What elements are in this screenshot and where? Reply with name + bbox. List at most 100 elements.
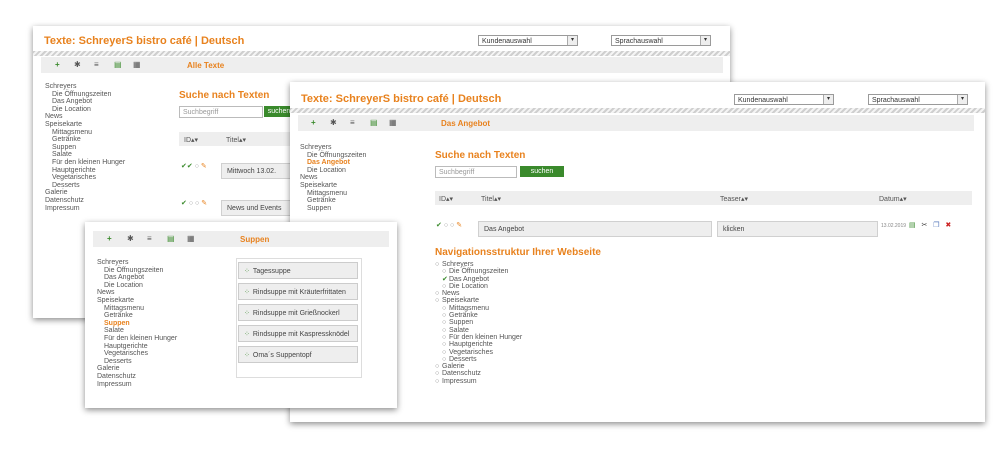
customer-select[interactable]: Kundenauswahl ▾ (478, 35, 578, 46)
drag-handle-icon[interactable]: ⁘ (244, 310, 250, 317)
share-icon[interactable]: ✂ (921, 222, 927, 229)
sidebar-item[interactable]: Galerie (97, 365, 177, 373)
list-item[interactable]: ⁘ Tagessuppe (238, 262, 358, 279)
sidebar-item[interactable]: News (300, 174, 366, 182)
drag-handle-icon[interactable]: ⁘ (244, 289, 250, 296)
sidebar-item[interactable]: Speisekarte (97, 297, 177, 305)
sidebar-item[interactable]: Salate (45, 151, 125, 159)
customer-select[interactable]: Kundenauswahl ▾ (734, 94, 834, 105)
edit-icon[interactable]: ✎ (456, 222, 462, 229)
list-icon[interactable]: ≡ (147, 234, 152, 244)
list-icon[interactable]: ≡ (94, 60, 99, 70)
sidebar-item[interactable]: Speisekarte (45, 121, 125, 129)
tree-item[interactable]: ○ Salate (435, 327, 522, 334)
sidebar-item[interactable]: Schreyers (300, 144, 366, 152)
tree-item[interactable]: ○ Die Öffnungszeiten (435, 268, 522, 275)
tree-item[interactable]: ○ Für den kleinen Hunger (435, 334, 522, 341)
column-id[interactable]: ID▴▾ (439, 195, 453, 203)
tree-item[interactable]: ○ Desserts (435, 356, 522, 363)
column-title[interactable]: Titel▴▾ (481, 195, 501, 203)
sidebar-item[interactable]: Vegetarisches (97, 350, 177, 358)
plus-icon[interactable]: + (107, 234, 112, 244)
tree-item[interactable]: ✔Das Angebot (435, 276, 522, 283)
tree-item[interactable]: ○ Hauptgerichte (435, 341, 522, 348)
sidebar-item[interactable]: Impressum (45, 205, 125, 213)
sidebar-item[interactable]: Suppen (97, 320, 177, 328)
column-teaser[interactable]: Teaser▴▾ (720, 195, 748, 203)
language-select[interactable]: Sprachauswahl ▾ (611, 35, 711, 46)
sidebar-item[interactable]: Suppen (45, 144, 125, 152)
search-button[interactable]: suchen (520, 166, 564, 177)
sidebar-item[interactable]: Speisekarte (300, 182, 366, 190)
sidebar-item[interactable]: Mittagsmenu (300, 190, 366, 198)
table-row[interactable]: News und Events (221, 200, 293, 216)
tree-item[interactable]: ○ Impressum (435, 378, 522, 385)
plus-icon[interactable]: + (55, 60, 60, 70)
document-icon[interactable]: ▤ (114, 60, 122, 70)
row-title[interactable]: Das Angebot (478, 221, 712, 237)
gear-icon[interactable]: ✱ (74, 60, 81, 70)
sidebar-item[interactable]: Das Angebot (97, 274, 177, 282)
sidebar-item[interactable]: News (45, 113, 125, 121)
tree-item[interactable]: ○ Mittagsmenu (435, 305, 522, 312)
sidebar-item[interactable]: Für den kleinen Hunger (45, 159, 125, 167)
sidebar-item[interactable]: Die Location (45, 106, 125, 114)
edit-icon[interactable]: ✎ (201, 163, 207, 170)
document-icon[interactable]: ▤ (167, 234, 175, 244)
list-item[interactable]: ⁘ Rindsuppe mit Grießnockerl (238, 304, 358, 321)
document-icon[interactable]: ▤ (370, 118, 378, 128)
list-item[interactable]: ⁘ Rindsuppe mit Kaspressknödel (238, 325, 358, 342)
sidebar-item[interactable]: Datenschutz (97, 373, 177, 381)
grid-icon[interactable]: ▦ (133, 60, 141, 70)
sidebar-item[interactable]: Desserts (97, 358, 177, 366)
row-teaser[interactable]: klicken (717, 221, 878, 237)
list-icon[interactable]: ≡ (350, 118, 355, 128)
sidebar-item[interactable]: News (97, 289, 177, 297)
drag-handle-icon[interactable]: ⁘ (244, 268, 250, 275)
search-input[interactable]: Suchbegriff (179, 106, 263, 118)
check-icon[interactable]: ✔✔ (181, 163, 193, 170)
circle-icon[interactable]: ○ ○ (444, 222, 454, 229)
tree-item[interactable]: ○ Suppen (435, 319, 522, 326)
sidebar-item[interactable]: Desserts (45, 182, 125, 190)
sidebar-item[interactable]: Getränke (45, 136, 125, 144)
plus-icon[interactable]: + (311, 118, 316, 128)
sidebar-item[interactable]: Hauptgerichte (97, 343, 177, 351)
tree-item[interactable]: ○ Datenschutz (435, 370, 522, 377)
sidebar-item[interactable]: Die Location (300, 167, 366, 175)
sidebar-item[interactable]: Die Öffnungszeiten (97, 267, 177, 275)
copy-icon[interactable]: ❐ (933, 222, 939, 229)
search-input[interactable]: Suchbegriff (435, 166, 517, 178)
document-icon[interactable]: ▤ (909, 222, 916, 229)
sidebar-item[interactable]: Die Location (97, 282, 177, 290)
sidebar-item[interactable]: Schreyers (45, 83, 125, 91)
column-title[interactable]: Titel▴▾ (226, 136, 246, 144)
sidebar-item[interactable]: Hauptgerichte (45, 167, 125, 175)
sidebar-item[interactable]: Galerie (45, 189, 125, 197)
sidebar-item[interactable]: Die Öffnungszeiten (45, 91, 125, 99)
drag-handle-icon[interactable]: ⁘ (244, 352, 250, 359)
sidebar-item[interactable]: Getränke (300, 197, 366, 205)
sidebar-item[interactable]: Mittagsmenu (45, 129, 125, 137)
sidebar-item[interactable]: Das Angebot (45, 98, 125, 106)
gear-icon[interactable]: ✱ (127, 234, 134, 244)
circle-icon[interactable]: ○ (195, 163, 199, 170)
sidebar-item[interactable]: Impressum (97, 381, 177, 389)
drag-handle-icon[interactable]: ⁘ (244, 331, 250, 338)
column-date[interactable]: Datum▴▾ (879, 195, 907, 203)
sidebar-item[interactable]: Die Öffnungszeiten (300, 152, 366, 160)
grid-icon[interactable]: ▦ (187, 234, 195, 244)
check-icon[interactable]: ✔ (436, 222, 442, 229)
list-item[interactable]: ⁘ Oma´s Suppentopf (238, 346, 358, 363)
sidebar-item[interactable]: Salate (97, 327, 177, 335)
check-icon[interactable]: ✔ (181, 200, 187, 207)
grid-icon[interactable]: ▦ (389, 118, 397, 128)
sidebar-item[interactable]: Mittagsmenu (97, 305, 177, 313)
sidebar-item[interactable]: Das Angebot (300, 159, 366, 167)
sidebar-item[interactable]: Datenschutz (45, 197, 125, 205)
tree-item[interactable]: ○ Galerie (435, 363, 522, 370)
tree-item[interactable]: ○ News (435, 290, 522, 297)
tree-item[interactable]: ○ Die Location (435, 283, 522, 290)
gear-icon[interactable]: ✱ (330, 118, 337, 128)
sidebar-item[interactable]: Getränke (97, 312, 177, 320)
